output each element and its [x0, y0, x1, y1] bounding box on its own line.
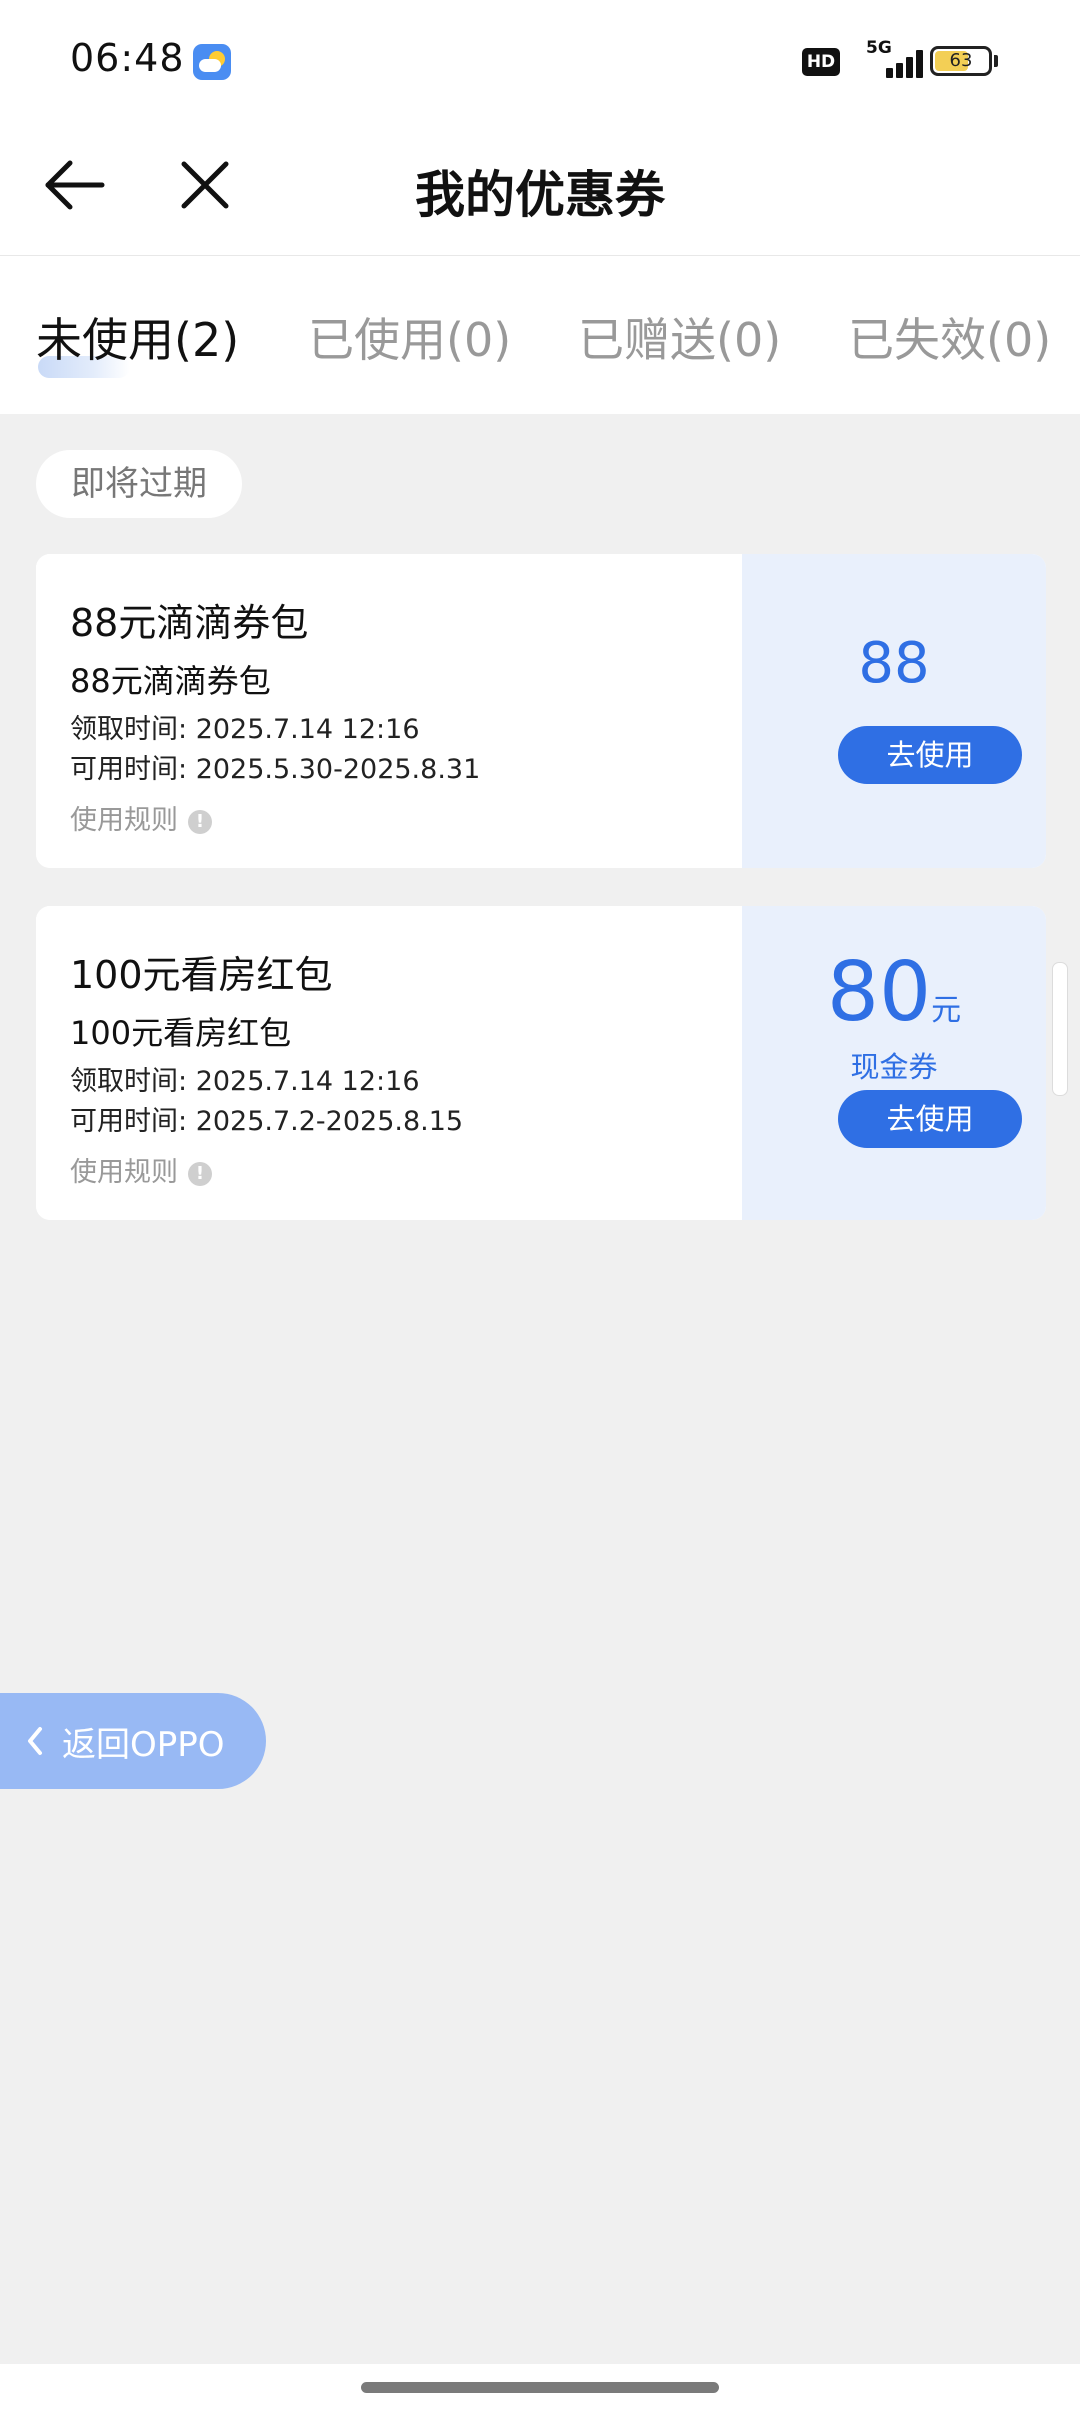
- bottom-bar: [0, 2364, 1080, 2412]
- claim-time-label: 领取时间:: [70, 1066, 196, 1097]
- valid-period-label: 可用时间:: [70, 754, 196, 785]
- coupon-claim-time: 领取时间: 2025.7.14 12:16: [70, 707, 420, 746]
- claim-time-value: 2025.7.14 12:16: [195, 1066, 420, 1097]
- info-icon: !: [188, 1161, 212, 1186]
- use-coupon-button[interactable]: 去使用: [838, 726, 1022, 784]
- claim-time-label: 领取时间:: [70, 714, 196, 745]
- coupon-value-panel: 80元 现金券 去使用: [742, 906, 1046, 1220]
- weather-icon: [193, 44, 231, 80]
- valid-period-value: 2025.7.2-2025.8.15: [195, 1106, 464, 1137]
- coupon-title: 100元看房红包: [70, 953, 333, 997]
- scrollbar-thumb[interactable]: [1052, 962, 1068, 1096]
- tab-used[interactable]: 已使用(0): [308, 304, 511, 370]
- home-indicator[interactable]: [361, 2382, 719, 2393]
- coupon-amount-value: 88: [858, 631, 930, 696]
- valid-period-label: 可用时间:: [70, 1106, 196, 1137]
- filter-chip-expiring-soon[interactable]: 即将过期: [36, 450, 242, 518]
- rules-label: 使用规则: [70, 805, 178, 836]
- coupon-amount: 88: [742, 636, 1046, 692]
- hd-icon: HD: [802, 48, 840, 76]
- coupon-info[interactable]: 100元看房红包 100元看房红包 领取时间: 2025.7.14 12:16 …: [36, 906, 742, 1220]
- battery-cap: [994, 55, 998, 67]
- coupon-subtitle: 88元滴滴券包: [70, 662, 271, 700]
- tab-gifted[interactable]: 已赠送(0): [578, 304, 781, 370]
- coupon-valid-period: 可用时间: 2025.5.30-2025.8.31: [70, 747, 480, 786]
- return-button-label: 返回OPPO: [62, 1725, 225, 1765]
- coupon-type: 现金券: [850, 1050, 938, 1084]
- coupon-valid-period: 可用时间: 2025.7.2-2025.8.15: [70, 1099, 463, 1138]
- signal-icon: [866, 50, 923, 78]
- top-nav: 我的优惠券: [0, 125, 1080, 256]
- coupon-rules-link[interactable]: 使用规则!: [70, 1150, 212, 1189]
- rules-label: 使用规则: [70, 1157, 178, 1188]
- use-coupon-button[interactable]: 去使用: [838, 1090, 1022, 1148]
- battery-icon: 63: [930, 46, 992, 76]
- battery-level: 63: [949, 50, 973, 71]
- coupon-amount-unit: 元: [931, 993, 962, 1028]
- claim-time-value: 2025.7.14 12:16: [195, 714, 420, 745]
- coupon-subtitle: 100元看房红包: [70, 1014, 292, 1052]
- coupon-info[interactable]: 88元滴滴券包 88元滴滴券包 领取时间: 2025.7.14 12:16 可用…: [36, 554, 742, 868]
- info-icon: !: [188, 809, 212, 834]
- coupon-card: 100元看房红包 100元看房红包 领取时间: 2025.7.14 12:16 …: [36, 906, 1046, 1220]
- coupon-title: 88元滴滴券包: [70, 601, 309, 645]
- status-time: 06:48: [70, 36, 185, 80]
- coupon-rules-link[interactable]: 使用规则!: [70, 798, 212, 837]
- chevron-left-icon: [28, 1727, 42, 1755]
- tab-unused[interactable]: 未使用(2): [36, 304, 239, 370]
- tab-bar: 未使用(2) 已使用(0) 已赠送(0) 已失效(0): [0, 256, 1080, 414]
- return-to-oppo-button[interactable]: 返回OPPO: [0, 1693, 266, 1789]
- coupon-amount: 80元: [742, 952, 1046, 1034]
- coupon-claim-time: 领取时间: 2025.7.14 12:16: [70, 1059, 420, 1098]
- page-title: 我的优惠券: [415, 166, 665, 224]
- tab-expired[interactable]: 已失效(0): [848, 304, 1051, 370]
- status-bar: 06:48 HD 5G 63: [0, 0, 1080, 125]
- coupon-card: 88元滴滴券包 88元滴滴券包 领取时间: 2025.7.14 12:16 可用…: [36, 554, 1046, 868]
- valid-period-value: 2025.5.30-2025.8.31: [195, 754, 481, 785]
- coupon-value-panel: 88 去使用: [742, 554, 1046, 868]
- coupon-amount-value: 80: [826, 945, 932, 1040]
